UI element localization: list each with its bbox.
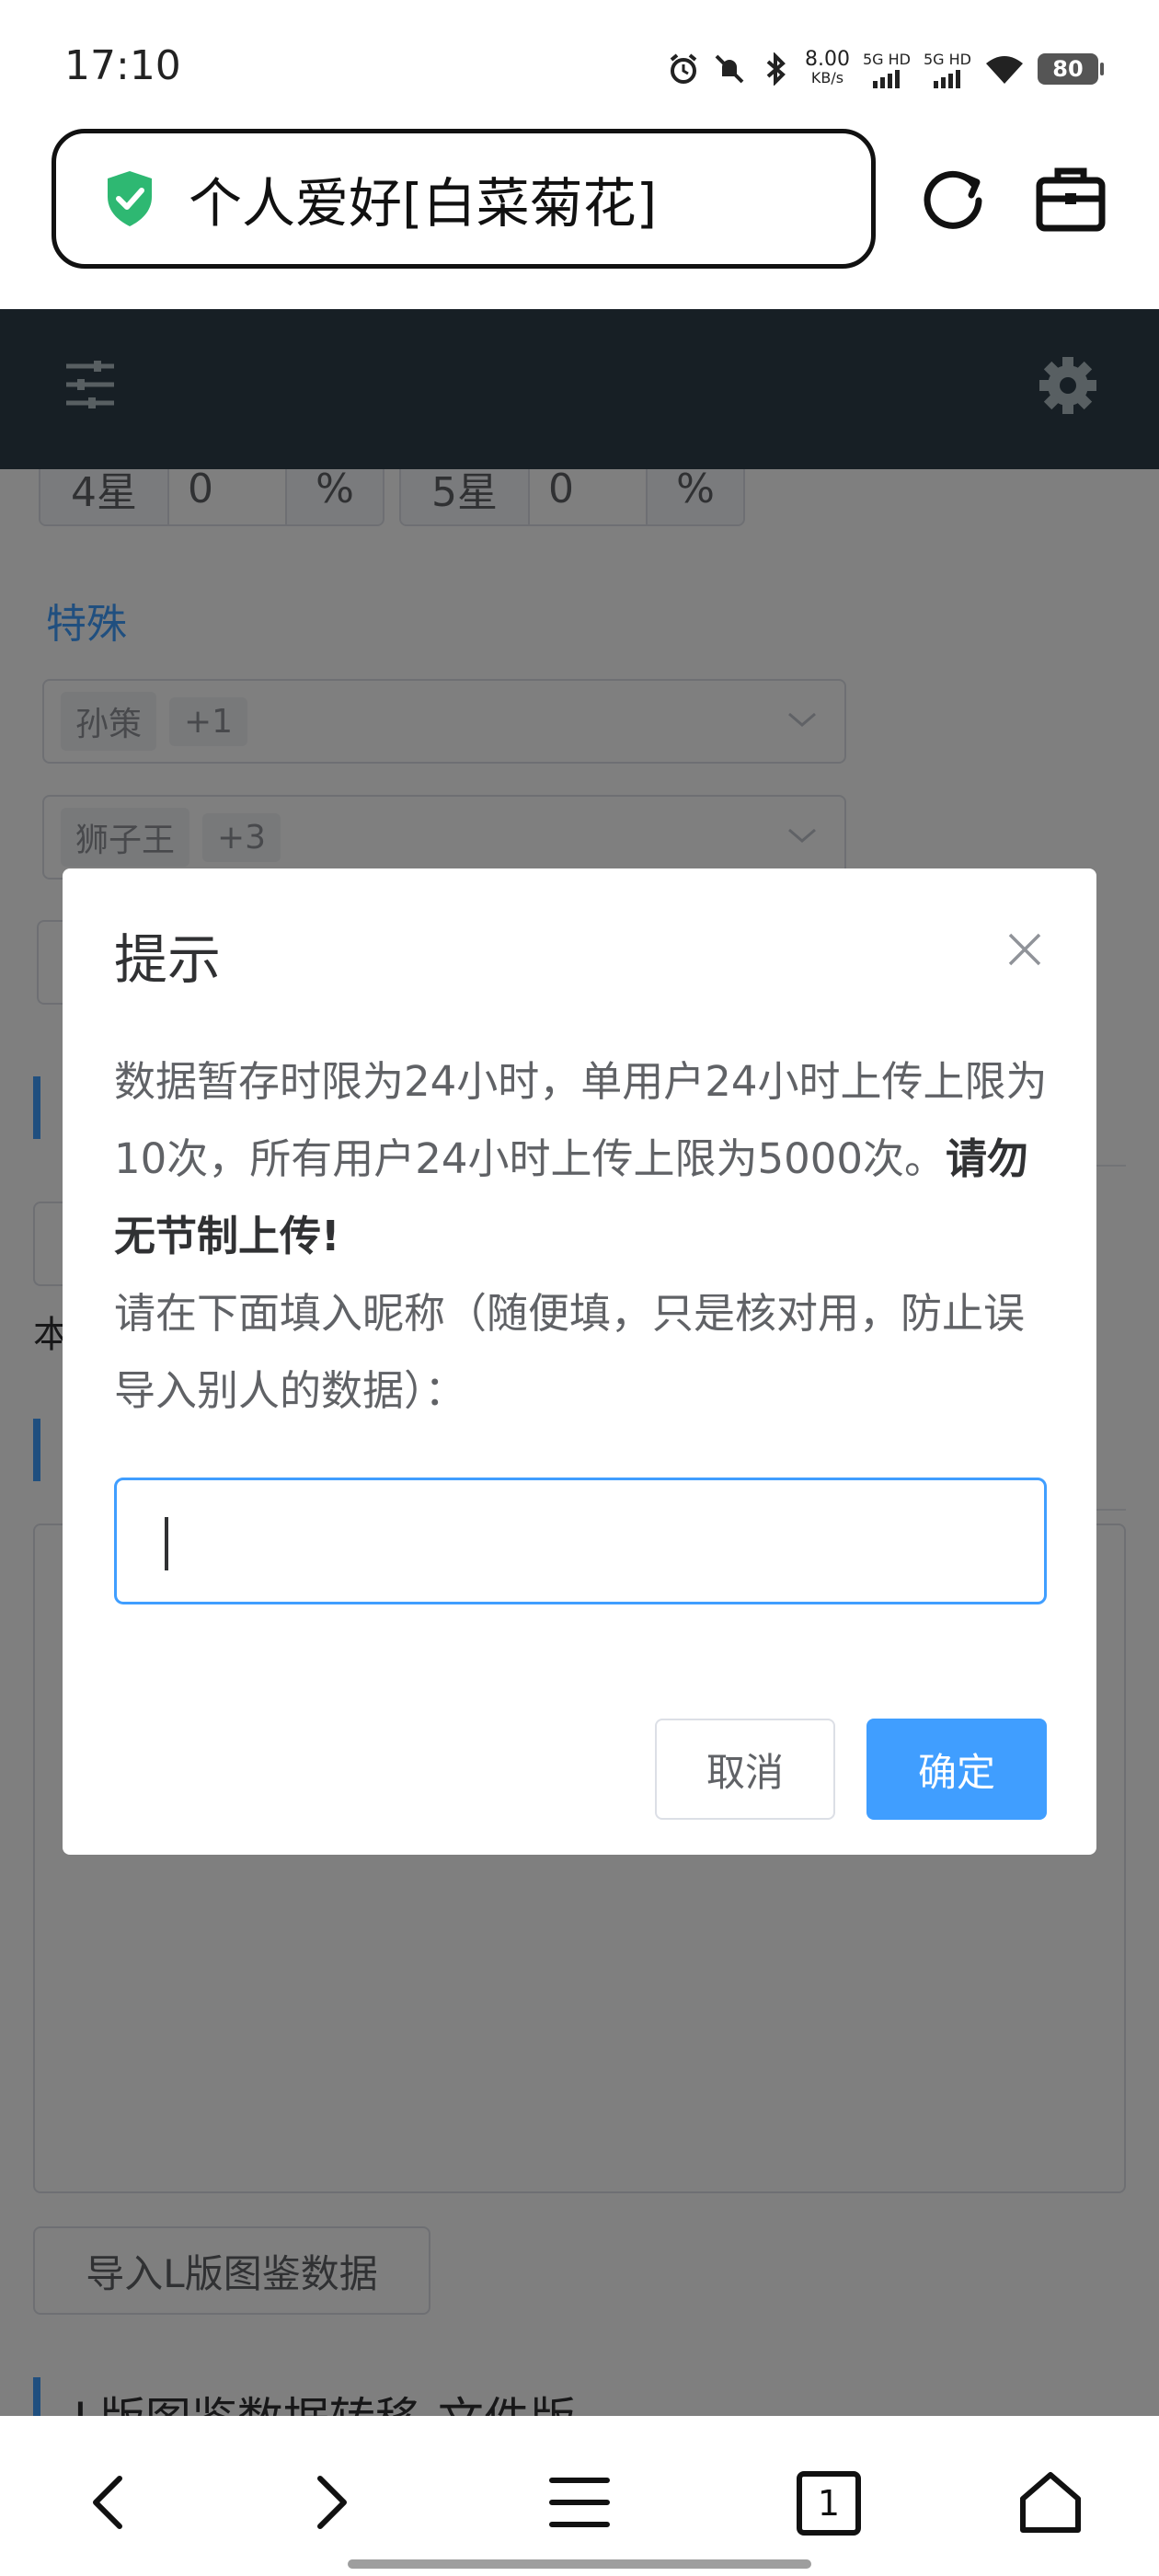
text-caret [165,1517,168,1570]
net-speed: 8.00 KB/s [804,48,850,87]
shield-check-icon [108,171,152,226]
dialog-message: 数据暂存时限为24小时，单用户24小时上传上限为10次，所有用户24小时上传上限… [114,1043,1052,1430]
mute-icon [715,54,744,84]
dialog-message-text: 数据暂存时限为24小时，单用户24小时上传上限为10次，所有用户24小时上传上限… [114,1057,1048,1183]
signal-icon [873,68,901,88]
toolbox-icon[interactable] [1034,162,1107,236]
reload-icon[interactable] [916,162,990,236]
forward-icon[interactable] [293,2466,366,2539]
tab-count: 1 [817,2483,841,2524]
confirm-button[interactable]: 确定 [866,1719,1047,1820]
net-speed-unit: KB/s [810,69,844,86]
browser-bottom-bar: 1 [0,2416,1159,2576]
alarm-icon [670,53,697,84]
battery-icon: 80 [1038,53,1104,85]
prompt-dialog: 提示 数据暂存时限为24小时，单用户24小时上传上限为10次，所有用户24小时上… [63,868,1096,1855]
menu-icon[interactable] [543,2466,616,2539]
page-title: 个人爱好[白菜菊花] [189,172,658,235]
nickname-input[interactable] [114,1478,1047,1604]
home-indicator[interactable] [348,2559,811,2569]
sim2-label: 5G HD [923,50,971,68]
sim2-signal: 5G HD [924,51,971,88]
signal-icon [934,68,961,88]
tabs-icon[interactable]: 1 [797,2471,861,2536]
dialog-title: 提示 [114,928,222,991]
net-speed-value: 8.00 [804,48,850,71]
clock: 17:10 [64,42,181,89]
home-icon[interactable] [1014,2466,1087,2539]
sim1-label: 5G HD [862,50,911,68]
bluetooth-icon [766,52,786,86]
back-icon[interactable] [74,2466,147,2539]
address-bar[interactable]: 个人爱好[白菜菊花] [52,129,876,269]
cancel-button[interactable]: 取消 [655,1719,835,1820]
battery-level: 80 [1052,56,1084,82]
close-icon[interactable] [1004,929,1045,970]
status-icons: 8.00 KB/s 5G HD 5G HD 80 [667,46,1104,92]
wifi-icon [986,56,1023,84]
dialog-instruction: 请在下面填入昵称（随便填，只是核对用，防止误导入别人的数据）： [114,1289,1026,1415]
sim1-signal: 5G HD [863,51,911,88]
status-bar: 17:10 8.00 KB/s 5G HD 5G HD 80 [0,0,1159,129]
